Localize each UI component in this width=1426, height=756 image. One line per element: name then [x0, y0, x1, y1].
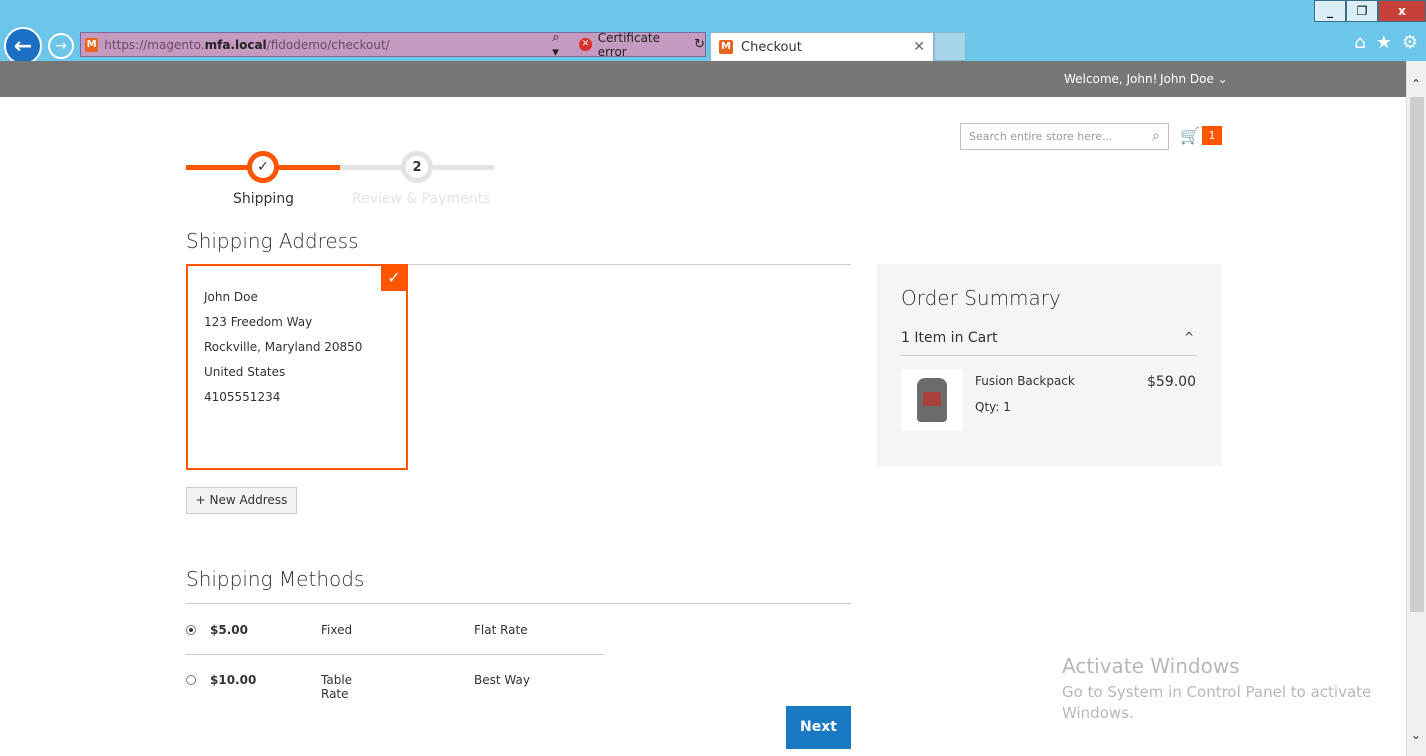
store-header-bar: Welcome, John! John Doe ⌄ [0, 61, 1406, 97]
scroll-thumb[interactable] [1410, 97, 1424, 612]
forward-arrow-icon[interactable]: → [48, 33, 74, 59]
search-placeholder: Search entire store here... [969, 130, 1113, 143]
search-dropdown-icon[interactable]: ⌕ ▾ [552, 30, 569, 60]
magento-logo-icon: M [719, 40, 733, 54]
welcome-message: Welcome, John! [1064, 72, 1158, 86]
method-name: Table Rate [321, 673, 353, 701]
settings-gear-icon[interactable]: ⚙ [1402, 32, 1418, 53]
address-city: Rockville, Maryland 20850 [204, 340, 363, 354]
product-price: $59.00 [1147, 374, 1196, 390]
order-summary-panel: Order Summary 1 Item in Cart ^ Fusion Ba… [877, 264, 1222, 466]
step-review-label: Review & Payments [352, 191, 491, 207]
shipping-methods-title: Shipping Methods [186, 567, 365, 591]
browser-tools: ⌂ ★ ⚙ [1354, 32, 1418, 53]
watermark-text: Go to System in Control Panel to activat… [1062, 683, 1372, 722]
divider [186, 603, 851, 604]
search-icon[interactable]: ⌕ [1152, 128, 1160, 144]
cart-count-badge[interactable]: 1 [1202, 126, 1222, 145]
product-thumbnail [901, 369, 963, 431]
chevron-up-icon[interactable]: ^ [1184, 330, 1194, 344]
magento-logo-icon: M [85, 37, 99, 52]
step-review-number: 2 [401, 151, 433, 183]
carrier-name: Best Way [474, 673, 530, 687]
back-arrow-icon[interactable]: ← [4, 27, 42, 65]
scroll-down-icon[interactable]: ⌄ [1411, 728, 1421, 742]
customer-menu[interactable]: John Doe ⌄ [1160, 72, 1228, 86]
divider [901, 355, 1197, 356]
backpack-image [917, 378, 947, 422]
restore-button[interactable]: ❐ [1346, 0, 1378, 22]
shipping-address-title: Shipping Address [186, 229, 359, 253]
search-input[interactable]: Search entire store here... ⌕ [960, 123, 1169, 150]
carrier-name: Flat Rate [474, 623, 528, 637]
method-price: $5.00 [210, 623, 248, 637]
window-controls: _ ❐ x [1314, 0, 1426, 22]
watermark-title: Activate Windows [1062, 654, 1240, 678]
address-phone: 4105551234 [204, 390, 281, 404]
browser-chrome: _ ❐ x ← → M https://magento.mfa.local/fi… [0, 0, 1426, 65]
tab-checkout[interactable]: M Checkout ✕ [710, 32, 934, 61]
product-name: Fusion Backpack [975, 374, 1075, 388]
certificate-error-label[interactable]: Certificate error [598, 31, 688, 59]
address-bar[interactable]: M https://magento.mfa.local/fidodemo/che… [80, 30, 706, 60]
divider [186, 654, 604, 655]
address-street: 123 Freedom Way [204, 315, 313, 329]
url-text[interactable]: https://magento.mfa.local/fidodemo/check… [104, 38, 524, 52]
new-address-button[interactable]: + New Address [186, 487, 297, 514]
favorites-star-icon[interactable]: ★ [1376, 32, 1392, 53]
home-icon[interactable]: ⌂ [1354, 32, 1365, 53]
new-tab-button[interactable] [934, 32, 966, 61]
certificate-error-icon[interactable]: ✕ [579, 38, 592, 51]
selected-check-icon: ✓ [381, 265, 407, 291]
step-shipping-check-icon: ✓ [247, 151, 279, 183]
address-name: John Doe [204, 290, 258, 304]
radio-unselected[interactable] [186, 675, 196, 685]
windows-activation-watermark: Activate Windows Go to System in Control… [1062, 654, 1382, 724]
tab-title: Checkout [741, 39, 802, 55]
next-button[interactable]: Next [786, 706, 851, 749]
radio-selected[interactable] [186, 625, 196, 635]
shipping-address-card[interactable]: ✓ John Doe 123 Freedom Way Rockville, Ma… [186, 264, 408, 470]
minimize-button[interactable]: _ [1314, 0, 1346, 22]
method-name: Fixed [321, 623, 353, 637]
step-shipping-label: Shipping [233, 191, 295, 207]
order-summary-title: Order Summary [901, 286, 1061, 310]
close-tab-icon[interactable]: ✕ [913, 39, 925, 55]
address-country: United States [204, 365, 286, 379]
refresh-icon[interactable]: ↻ [694, 37, 705, 52]
cart-icon[interactable]: 🛒 [1180, 126, 1200, 145]
method-price: $10.00 [210, 673, 257, 687]
close-window-button[interactable]: x [1378, 0, 1426, 22]
items-in-cart-toggle[interactable]: 1 Item in Cart [901, 330, 998, 346]
scroll-up-icon[interactable]: ⌃ [1411, 77, 1421, 91]
product-qty: Qty: 1 [975, 400, 1011, 414]
vertical-scrollbar[interactable]: ⌃ ⌄ [1406, 61, 1426, 756]
